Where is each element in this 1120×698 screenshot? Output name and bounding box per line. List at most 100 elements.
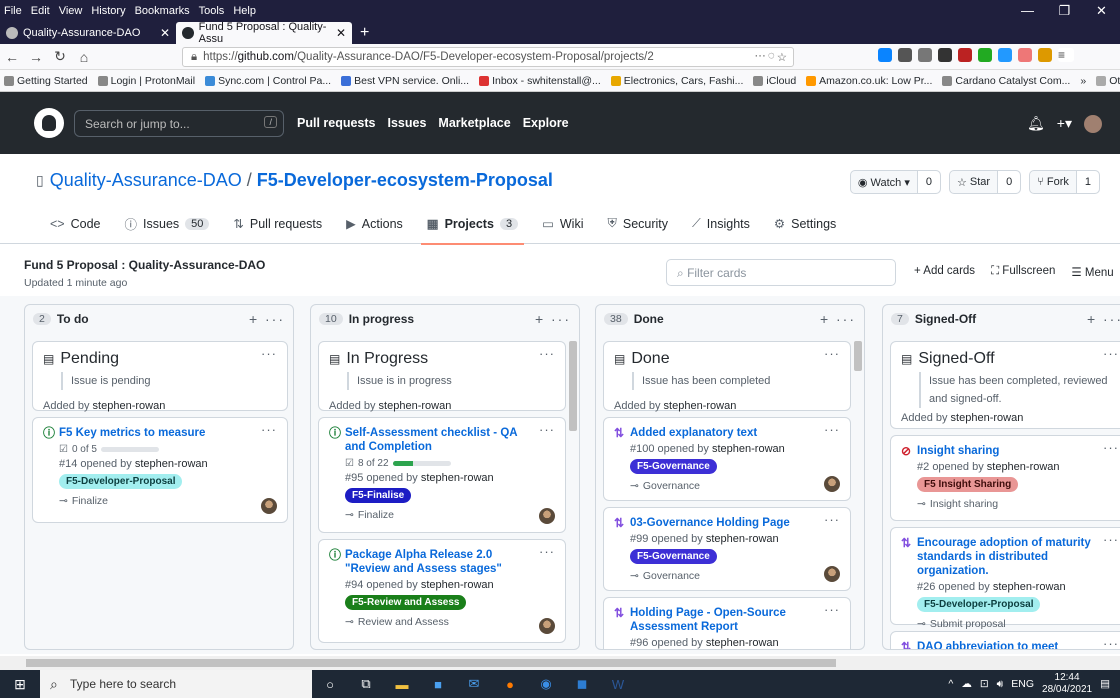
menu-edit[interactable]: Edit	[31, 5, 50, 17]
url-bar[interactable]: 🔒︎ https://github.com/Quality-Assurance-…	[182, 47, 794, 67]
windows-start-icon[interactable]: ⊞	[0, 676, 40, 693]
firefox-icon[interactable]: ●	[492, 677, 528, 692]
issue-card[interactable]: ··· ⓘ F5 Key metrics to measure ☑ 0 of 5 #…	[32, 417, 288, 523]
create-new-icon[interactable]: +▾	[1057, 115, 1072, 133]
sidebar-icon[interactable]	[918, 48, 932, 62]
avatar[interactable]	[824, 476, 840, 492]
column-actions[interactable]: + ···	[1087, 311, 1120, 327]
nav-explore[interactable]: Explore	[523, 116, 569, 130]
close-tab-icon[interactable]: ✕	[160, 26, 170, 40]
other-bookmarks-folder[interactable]: Other Bookmarks	[1096, 75, 1120, 87]
repo-name-link[interactable]: F5-Developer-ecosystem-Proposal	[257, 170, 553, 191]
clock[interactable]: 12:44 28/04/2021	[1042, 672, 1092, 696]
github-search-input[interactable]: Search or jump to... /	[74, 110, 284, 137]
card-menu-icon[interactable]: ···	[539, 346, 555, 361]
lang-indicator[interactable]: ENG	[1011, 678, 1034, 690]
menu-file[interactable]: File	[4, 5, 22, 17]
home-icon[interactable]: ⌂	[72, 49, 96, 65]
network-icon[interactable]: ⊡	[980, 678, 989, 690]
menu-tools[interactable]: Tools	[199, 5, 225, 17]
watch-button[interactable]: ◉ Watch ▾ 0	[849, 170, 941, 194]
bookmark-item[interactable]: iCloud	[753, 75, 796, 87]
task-view-icon[interactable]: ⧉	[348, 676, 384, 692]
tab-issues[interactable]: ⓘ Issues 50	[125, 204, 210, 244]
tab-projects[interactable]: ▦ Projects 3	[420, 204, 525, 245]
pr-card[interactable]: ··· ⇅DAO abbreviation to meet wordcount	[890, 631, 1120, 649]
fullscreen-button[interactable]: ⛶ Fullscreen	[991, 265, 1055, 279]
library-icon[interactable]	[898, 48, 912, 62]
issue-card[interactable]: ··· ⓘ Self-Assessment checklist - QA and …	[318, 417, 566, 533]
column-actions[interactable]: + ···	[820, 311, 856, 327]
scrollbar-thumb[interactable]	[26, 659, 836, 667]
menu-button[interactable]: ☰ Menu	[1071, 265, 1113, 279]
column-actions[interactable]: + ···	[249, 311, 285, 327]
notification-bell-icon[interactable]: 🔔︎	[1027, 115, 1045, 133]
close-tab-icon[interactable]: ✕	[336, 26, 346, 40]
tab-security[interactable]: ⛨ Security	[607, 204, 668, 244]
extension-icon[interactable]	[1038, 48, 1052, 62]
ublock-icon[interactable]	[958, 48, 972, 62]
tab-insights[interactable]: ⟋ Insights	[692, 204, 750, 244]
bookmark-item[interactable]: Electronics, Cars, Fashi...	[610, 75, 743, 87]
volume-icon[interactable]: 🔊︎	[997, 678, 1004, 691]
file-explorer-icon[interactable]: ▬	[384, 677, 420, 692]
user-avatar[interactable]	[1084, 115, 1102, 133]
pr-card[interactable]: ··· ⇅ Added explanatory text #100 opened …	[603, 417, 851, 501]
pr-card[interactable]: ··· ⇅ 03-Governance Holding Page #99 open…	[603, 507, 851, 591]
github-logo-icon[interactable]	[34, 108, 64, 138]
tab-actions[interactable]: ▶ Actions	[346, 204, 403, 244]
page-actions-icon[interactable]: ···	[754, 50, 766, 64]
pr-card[interactable]: ··· ⇅ Holding Page - Open-Source Assessme…	[603, 597, 851, 649]
tray-arrow-icon[interactable]: ^	[948, 678, 953, 690]
fork-button[interactable]: ⑂ Fork 1	[1029, 170, 1100, 194]
tab-pull-requests[interactable]: ⇅ Pull requests	[233, 204, 322, 244]
taskbar-search-input[interactable]: Type here to search	[40, 670, 312, 698]
menu-view[interactable]: View	[59, 5, 83, 17]
nav-pull-requests[interactable]: Pull requests	[297, 116, 376, 130]
card-menu-icon[interactable]: ···	[261, 346, 277, 361]
issue-card[interactable]: ··· ⓘ Package Alpha Release 2.0 "Review a…	[318, 539, 566, 643]
menu-help[interactable]: Help	[233, 5, 256, 17]
bookmark-item[interactable]: Cardano Catalyst Com...	[942, 75, 1070, 87]
hamburger-menu-icon[interactable]: ≡	[1058, 48, 1074, 62]
bookmark-star-icon[interactable]: ☆	[777, 50, 787, 64]
avatar[interactable]	[539, 618, 555, 634]
avatar[interactable]	[261, 498, 277, 514]
reload-icon[interactable]: ↻	[48, 48, 72, 65]
notifications-icon[interactable]: ▤	[1100, 678, 1110, 690]
bookmark-item[interactable]: Amazon.co.uk: Low Pr...	[806, 75, 932, 87]
pr-card[interactable]: ··· ⇅ Encourage adoption of maturity stan…	[890, 527, 1120, 630]
back-icon[interactable]: ←	[0, 49, 24, 65]
browser-icon[interactable]: ◉	[528, 676, 564, 692]
cortana-icon[interactable]: ○	[312, 677, 348, 692]
card-menu-icon[interactable]: ···	[824, 346, 840, 361]
column-scrollbar[interactable]	[854, 341, 862, 371]
tab-code[interactable]: <> Code	[50, 204, 101, 244]
browser-tab-project[interactable]: Fund 5 Proposal : Quality-Assu ✕	[176, 21, 352, 45]
new-tab-button[interactable]: +	[360, 22, 369, 44]
pocket-icon[interactable]: ◌	[768, 50, 775, 64]
store-icon[interactable]: ■	[420, 677, 456, 692]
browser-tab-repo[interactable]: Quality-Assurance-DAO ✕	[0, 22, 176, 44]
mail-icon[interactable]: ✉	[456, 676, 492, 692]
tab-settings[interactable]: ⚙ Settings	[774, 204, 836, 244]
extension-icon[interactable]	[978, 48, 992, 62]
onedrive-icon[interactable]: ☁	[961, 678, 972, 690]
column-actions[interactable]: + ···	[535, 311, 571, 327]
menu-bookmarks[interactable]: Bookmarks	[135, 5, 190, 17]
bookmark-item[interactable]: Best VPN service. Onli...	[341, 75, 469, 87]
extension-icon[interactable]	[938, 48, 952, 62]
outlook-icon[interactable]: ◼	[564, 676, 600, 692]
bookmark-item[interactable]: Inbox - swhitenstall@...	[479, 75, 601, 87]
bookmark-item[interactable]: Login | ProtonMail	[97, 75, 195, 87]
add-cards-button[interactable]: + Add cards	[914, 265, 975, 279]
forward-icon[interactable]: →	[24, 49, 48, 65]
menu-history[interactable]: History	[91, 5, 125, 17]
horizontal-scrollbar[interactable]	[0, 656, 1120, 670]
note-card[interactable]: ··· ▤ Pending Issue is pending Added by s…	[32, 341, 288, 412]
filter-cards-input[interactable]: ⌕ Filter cards	[666, 259, 896, 286]
note-card[interactable]: ··· ▤ Signed-Off Issue has been completed…	[890, 341, 1120, 429]
word-icon[interactable]: W	[600, 677, 636, 692]
metamask-icon[interactable]	[1018, 48, 1032, 62]
download-icon[interactable]	[878, 48, 892, 62]
